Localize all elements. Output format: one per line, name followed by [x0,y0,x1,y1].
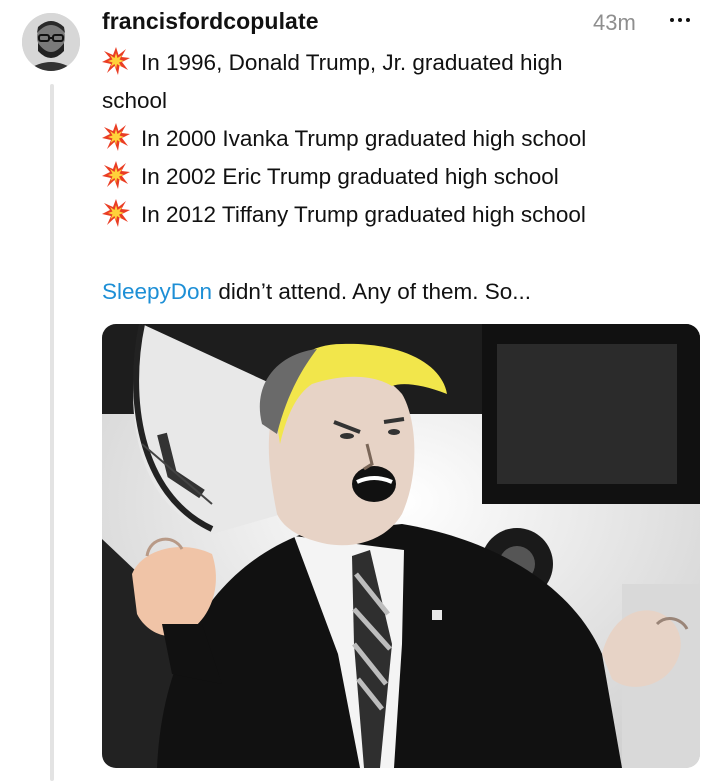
username[interactable]: francisfordcopulate [102,8,319,35]
post-line: SleepyDon didn’t attend. Any of them. So… [102,273,702,311]
thread-line [50,84,54,781]
post-text: In 1996, Donald Trump, Jr. graduated hig… [102,44,702,311]
ellipsis-icon [670,18,674,22]
post-line-text: In 2012 Tiffany Trump graduated high sch… [141,202,586,227]
post-line-text: school [102,88,168,113]
collision-emoji-icon [102,47,130,75]
collision-emoji-icon [102,161,130,189]
profile-photo [22,13,80,71]
timestamp: 43m [593,10,636,35]
post-line-text: In 2002 Eric Trump graduated high school [141,164,559,189]
avatar[interactable] [22,13,80,71]
post-line-text: In 1996, Donald Trump, Jr. graduated hig… [141,50,563,75]
collision-emoji-icon [102,199,130,227]
post-photo [102,324,700,768]
post-line: In 2000 Ivanka Trump graduated high scho… [102,120,702,158]
post-line: In 2002 Eric Trump graduated high school [102,158,702,196]
post-line: In 2012 Tiffany Trump graduated high sch… [102,196,702,234]
post-line-text: didn’t attend. Any of them. So... [212,279,532,304]
post-line: school [102,82,702,120]
post-line-text: In 2000 Ivanka Trump graduated high scho… [141,126,587,151]
post-image[interactable] [102,324,700,768]
collision-emoji-icon [102,123,130,151]
mention-link[interactable]: SleepyDon [102,279,212,304]
more-options-button[interactable] [662,3,698,37]
post-line: In 1996, Donald Trump, Jr. graduated hig… [102,44,702,82]
